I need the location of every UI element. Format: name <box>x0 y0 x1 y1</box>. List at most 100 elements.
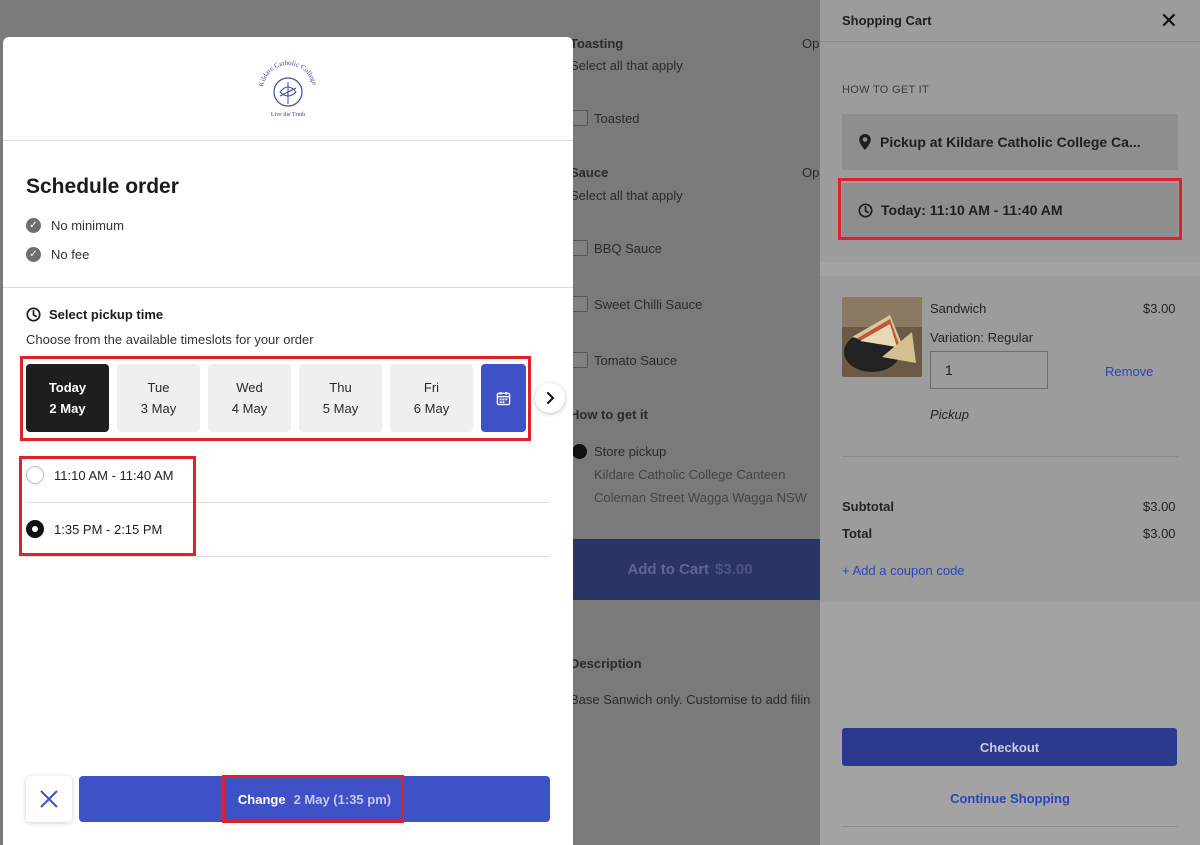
add-coupon-link[interactable]: + Add a coupon code <box>842 563 965 578</box>
store-address-line2: Coleman Street Wagga Wagga NSW <box>594 490 807 505</box>
pickup-time-text: Today: 11:10 AM - 11:40 AM <box>881 202 1063 218</box>
day-date: 4 May <box>231 401 268 416</box>
item-price: $3.00 <box>1143 301 1176 316</box>
feature-no-minimum: ✓ No minimum <box>26 218 124 233</box>
location-pin-icon <box>859 134 871 150</box>
sweet-chilli-label: Sweet Chilli Sauce <box>594 297 703 312</box>
cart-footer <box>820 705 1200 845</box>
store-pickup-radio[interactable] <box>572 444 587 459</box>
bbq-label: BBQ Sauce <box>594 241 662 256</box>
day-date: 6 May <box>413 401 450 416</box>
timeslot-label: 11:10 AM - 11:40 AM <box>54 467 174 483</box>
item-variation: Variation: Regular <box>930 330 1034 345</box>
day-name: Thu <box>329 380 352 395</box>
feature-no-fee: ✓ No fee <box>26 247 89 262</box>
cart-section-gap <box>820 262 1200 276</box>
timeslot-radio-checked[interactable] <box>26 520 44 538</box>
chevron-right-icon <box>547 392 555 404</box>
total-value: $3.00 <box>1143 526 1176 541</box>
day-tab-today[interactable]: Today 2 May <box>26 364 109 432</box>
sauce-optional: Op <box>802 165 820 180</box>
cancel-button[interactable] <box>26 776 72 822</box>
timeslot-option-selected[interactable]: 1:35 PM - 2:15 PM <box>26 502 550 556</box>
day-date: 3 May <box>140 401 177 416</box>
description-text: Base Sanwich only. Customise to add fili… <box>570 692 811 707</box>
day-tab-fri[interactable]: Fri 6 May <box>390 364 473 432</box>
day-name: Today <box>48 380 87 395</box>
store-address-line1: Kildare Catholic College Canteen <box>594 467 786 482</box>
change-schedule-button[interactable]: Change 2 May (1:35 pm) <box>79 776 550 822</box>
cart-spacer <box>820 602 1200 705</box>
description-title: Description <box>570 656 642 671</box>
pickup-heading: Select pickup time <box>26 307 163 322</box>
toasting-title: Toasting <box>570 36 624 51</box>
schedule-order-modal: Kildare Catholic College Live the Truth … <box>3 37 573 845</box>
calendar-button[interactable] <box>481 364 526 432</box>
close-cart-icon[interactable]: ✕ <box>1160 9 1178 32</box>
change-value: 2 May (1:35 pm) <box>293 791 392 807</box>
totals-divider <box>842 456 1178 457</box>
feature-label: No fee <box>51 247 90 262</box>
calendar-icon <box>496 391 511 405</box>
shopping-cart-panel: Shopping Cart ✕ HOW TO GET IT Pickup at … <box>820 0 1200 845</box>
add-to-cart-label: Add to Cart <box>627 561 710 578</box>
sauce-title: Sauce <box>570 165 609 180</box>
cart-header: Shopping Cart ✕ <box>820 0 1200 42</box>
toasting-optional: Op <box>802 36 820 51</box>
toasting-sub: Select all that apply <box>570 58 683 73</box>
timeslot-radio[interactable] <box>26 466 44 484</box>
pickup-heading-text: Select pickup time <box>49 307 164 322</box>
day-date: 5 May <box>322 401 359 416</box>
check-circle-icon: ✓ <box>26 247 41 262</box>
modal-title: Schedule order <box>26 175 179 198</box>
clock-icon <box>26 307 41 322</box>
item-method: Pickup <box>930 407 970 422</box>
toasted-checkbox[interactable] <box>572 110 588 126</box>
remove-link[interactable]: Remove <box>1105 364 1153 379</box>
how-to-get-it-label: HOW TO GET IT <box>842 84 930 96</box>
check-circle-icon: ✓ <box>26 218 41 233</box>
timeslot-divider <box>26 556 550 557</box>
college-logo: Kildare Catholic College Live the Truth <box>257 58 318 118</box>
cart-title: Shopping Cart <box>842 13 932 28</box>
subtotal-label: Subtotal <box>842 499 894 514</box>
change-label: Change <box>237 791 286 807</box>
continue-shopping-link[interactable]: Continue Shopping <box>820 791 1200 806</box>
day-tab-wed[interactable]: Wed 4 May <box>208 364 291 432</box>
feature-label: No minimum <box>51 218 124 233</box>
how-to-get-it-title: How to get it <box>570 407 648 422</box>
total-label: Total <box>842 526 873 541</box>
footer-divider <box>842 826 1178 827</box>
add-to-cart-button[interactable]: Add to Cart $3.00 <box>560 539 820 600</box>
tomato-checkbox[interactable] <box>572 352 588 368</box>
close-icon <box>40 790 58 808</box>
pickup-subtitle: Choose from the available timeslots for … <box>26 332 314 347</box>
store-pickup-label: Store pickup <box>594 444 667 459</box>
add-to-cart-price: $3.00 <box>715 561 753 578</box>
sauce-sub: Select all that apply <box>570 188 683 203</box>
logo-motto: Live the Truth <box>271 112 305 118</box>
day-name: Fri <box>423 380 440 395</box>
tomato-label: Tomato Sauce <box>594 353 678 368</box>
day-selector: Today 2 May Tue 3 May Wed 4 May Thu 5 Ma… <box>26 364 526 432</box>
day-name: Tue <box>147 380 170 395</box>
day-date: 2 May <box>49 401 86 416</box>
day-tab-tue[interactable]: Tue 3 May <box>117 364 200 432</box>
pickup-time-box[interactable]: Today: 11:10 AM - 11:40 AM <box>842 183 1178 237</box>
checkout-button[interactable]: Checkout <box>842 728 1177 766</box>
sweet-chilli-checkbox[interactable] <box>572 296 588 312</box>
pickup-location-box[interactable]: Pickup at Kildare Catholic College Ca... <box>842 114 1178 170</box>
quantity-input[interactable] <box>930 351 1048 389</box>
timeslot-label: 1:35 PM - 2:15 PM <box>54 521 163 537</box>
pickup-location-text: Pickup at Kildare Catholic College Ca... <box>880 134 1141 150</box>
modal-divider <box>3 287 573 288</box>
next-days-button[interactable] <box>535 383 565 413</box>
day-name: Wed <box>236 380 263 395</box>
sandwich-image <box>842 297 922 377</box>
subtotal-value: $3.00 <box>1143 499 1176 514</box>
timeslot-option[interactable]: 11:10 AM - 11:40 AM <box>26 448 550 502</box>
item-name: Sandwich <box>930 301 987 316</box>
bbq-checkbox[interactable] <box>572 240 588 256</box>
day-tab-thu[interactable]: Thu 5 May <box>299 364 382 432</box>
modal-header: Kildare Catholic College Live the Truth <box>3 37 573 141</box>
